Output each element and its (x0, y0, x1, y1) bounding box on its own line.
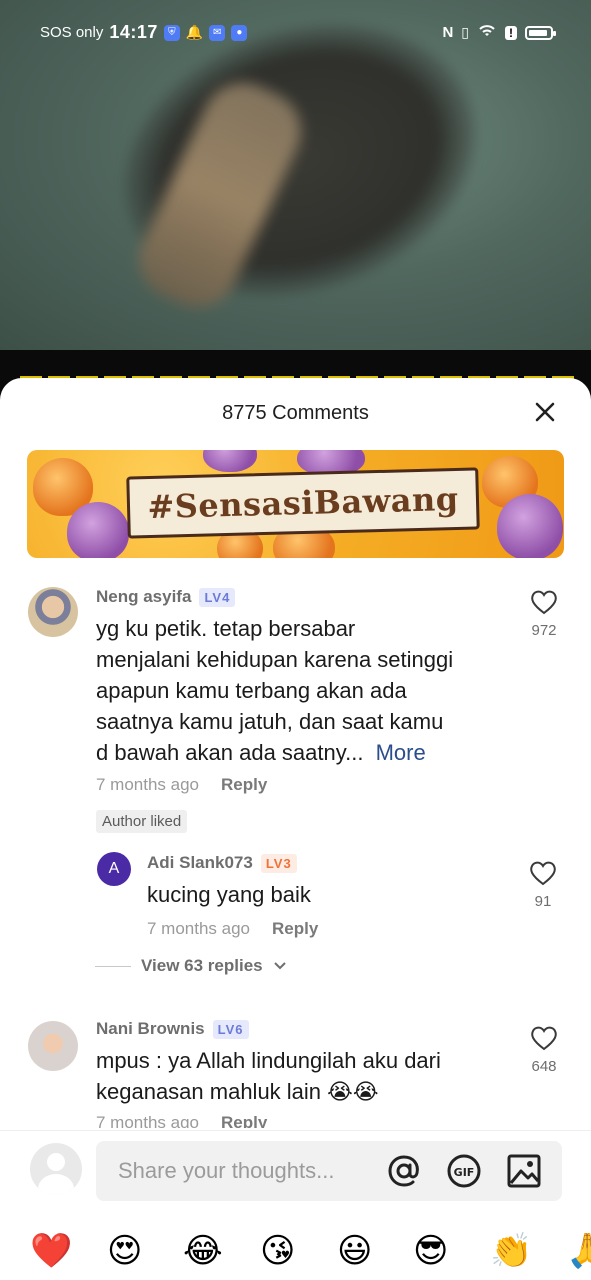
smile-emoji[interactable]: 😃 (337, 1231, 372, 1271)
comment-time: 7 months ago (96, 1113, 200, 1128)
heart-emoji[interactable]: ❤️ (30, 1231, 72, 1271)
comments-count-title: 8775 Comments (222, 402, 369, 424)
level-badge: LV4 (199, 587, 236, 607)
comment-text: yg ku petik. tetap bersabar menjalani ke… (96, 613, 516, 768)
author-liked-badge: Author liked (96, 810, 188, 833)
banner-plaque: #SensasiBawang (126, 467, 480, 539)
shield-app-icon: ⛨ (163, 24, 180, 41)
clock: 14:17 (109, 22, 158, 42)
status-bar: SOS only 14:17 ⛨ 🔔 ✉ ● N ▯ ! (0, 18, 591, 48)
heart-icon[interactable] (530, 1025, 558, 1051)
more-link[interactable]: More (376, 740, 426, 765)
comment-input[interactable]: Share your thoughts... GIF (96, 1141, 562, 1201)
banner-hashtag: #SensasiBawang (146, 479, 460, 527)
vibrate-icon: ▯ (461, 24, 469, 40)
level-badge: LV3 (260, 853, 297, 873)
chevron-down-icon (273, 962, 286, 970)
mail-app-icon: ✉ (209, 24, 226, 41)
reply-time: 7 months ago (147, 919, 251, 938)
divider (95, 965, 131, 967)
clap-emoji[interactable]: 👏 (490, 1231, 532, 1271)
avatar[interactable]: A (97, 852, 131, 886)
comment-line: apapun kamu terbang akan ada (96, 678, 407, 703)
at-icon[interactable] (386, 1153, 422, 1189)
avatar[interactable] (28, 1021, 78, 1071)
sunglasses-emoji[interactable]: 😎 (413, 1231, 448, 1271)
svg-text:GIF: GIF (454, 1166, 475, 1179)
view-replies-label[interactable]: View 63 replies (141, 956, 263, 976)
heart-eyes-emoji[interactable]: 😍 (107, 1231, 142, 1271)
mic-app-icon: ● (231, 24, 248, 41)
comments-list[interactable]: Neng asyifa LV4 yg ku petik. tetap bersa… (0, 573, 591, 1128)
comment-line: saatnya kamu jatuh, dan saat kamu (96, 709, 444, 734)
close-icon[interactable] (533, 400, 557, 424)
comment-author[interactable]: Neng asyifa LV4 (96, 587, 236, 607)
comment-line-text: d bawah akan ada saatny... (96, 740, 364, 765)
pray-emoji[interactable]: 🙏 (566, 1231, 591, 1271)
kiss-emoji[interactable]: 😘 (260, 1231, 295, 1271)
network-status: SOS only (40, 24, 104, 41)
wifi-icon (477, 22, 497, 43)
onion-character-icon (67, 502, 129, 558)
view-replies-button[interactable]: View 63 replies (95, 956, 287, 976)
battery-icon (525, 25, 556, 40)
username[interactable]: Nani Brownis (96, 1019, 205, 1039)
comment-input-placeholder: Share your thoughts... (118, 1158, 335, 1183)
comment-line: keganasan mahluk lain 😭😭 (96, 1079, 379, 1104)
gif-icon[interactable]: GIF (446, 1153, 482, 1189)
onion-character-icon (203, 450, 257, 472)
like-count: 91 (534, 893, 552, 910)
level-badge: LV6 (212, 1019, 249, 1039)
like-count: 648 (531, 1058, 557, 1075)
heart-icon[interactable] (529, 860, 557, 886)
heart-icon[interactable] (530, 589, 558, 615)
comment-line: yg ku petik. tetap bersabar (96, 616, 356, 641)
comment-meta: 7 months ago Reply (96, 775, 267, 795)
comment-author[interactable]: Nani Brownis LV6 (96, 1019, 249, 1039)
nfc-icon: N (442, 24, 454, 41)
comments-sheet: 8775 Comments #SensasiBawang Neng asyifa… (0, 378, 591, 1280)
reply-meta: 7 months ago Reply (147, 919, 318, 939)
promo-banner[interactable]: #SensasiBawang (27, 450, 564, 558)
avatar-head (47, 1153, 65, 1171)
image-icon[interactable] (506, 1153, 542, 1189)
like-button[interactable]: 972 (524, 589, 564, 639)
alert-icon: ! (505, 25, 517, 40)
avatar[interactable] (28, 587, 78, 637)
reply-button[interactable]: Reply (221, 1113, 267, 1128)
reply-text: kucing yang baik (147, 882, 311, 907)
comment-line: d bawah akan ada saatny... More (96, 737, 516, 768)
like-button[interactable]: 648 (524, 1025, 564, 1075)
laughing-emoji[interactable]: 😂 (183, 1231, 223, 1271)
comment-time: 7 months ago (96, 775, 200, 794)
reply-button[interactable]: Reply (221, 775, 267, 795)
sheet-header: 8775 Comments (0, 378, 591, 450)
like-count: 972 (531, 622, 557, 639)
user-avatar (30, 1143, 82, 1195)
avatar-body (38, 1174, 74, 1195)
bell-icon: 🔔 (185, 24, 204, 40)
comment-line: menjalani kehidupan karena setinggi (96, 647, 454, 672)
reply-button[interactable]: Reply (272, 919, 318, 939)
video-player[interactable] (0, 0, 591, 350)
comment-meta: 7 months ago Reply (96, 1113, 267, 1128)
username[interactable]: Adi Slank073 (147, 853, 253, 873)
comment-composer: Share your thoughts... GIF ❤️ 😍 😂 😘 😃 😎 … (0, 1130, 591, 1280)
comment-line: mpus : ya Allah lindungilah aku dari (96, 1048, 441, 1073)
onion-character-icon (497, 494, 563, 558)
username[interactable]: Neng asyifa (96, 587, 191, 607)
comment-text: mpus : ya Allah lindungilah aku dari keg… (96, 1045, 516, 1107)
like-button[interactable]: 91 (523, 860, 563, 910)
reply-author[interactable]: Adi Slank073 LV3 (147, 853, 297, 873)
emoji-quick-bar: ❤️ 😍 😂 😘 😃 😎 👏 🙏 (0, 1231, 591, 1275)
